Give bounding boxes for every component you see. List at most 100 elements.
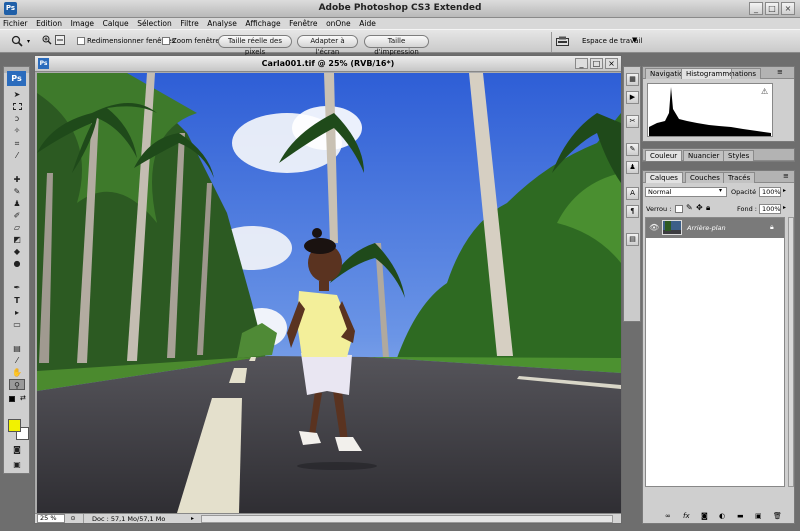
paragraph-panel-icon[interactable]: ¶	[626, 205, 639, 218]
eraser-tool-icon[interactable]: ▱	[9, 222, 25, 233]
fill-field[interactable]: 100%	[759, 204, 781, 214]
crop-tool-icon[interactable]: ⌗	[9, 138, 25, 149]
menu-calque[interactable]: Calque	[100, 18, 132, 29]
layer-row-background[interactable]: 👁︎ Arrière-plan 🔒︎	[646, 218, 784, 238]
new-group-icon[interactable]: ▬	[737, 512, 744, 520]
zoom-tool-icon[interactable]	[11, 35, 23, 47]
clone-source-icon[interactable]: ♟	[626, 161, 639, 174]
tool-preset-chevron-icon[interactable]: ▾	[27, 38, 30, 45]
adjustment-layer-icon[interactable]: ◐	[719, 512, 725, 520]
new-layer-icon[interactable]: ▣	[755, 512, 762, 520]
history-brush-tool-icon[interactable]: ✐	[9, 210, 25, 221]
opacity-arrow-icon[interactable]: ▸	[783, 187, 786, 194]
zoom-out-icon[interactable]	[55, 35, 65, 45]
workspace-chevron-icon[interactable]: ▼	[632, 36, 637, 44]
swap-colors-icon[interactable]: ⇄	[20, 394, 26, 402]
blend-mode-select[interactable]: Normal	[645, 187, 727, 197]
palette-well-icon[interactable]	[556, 36, 570, 47]
layers-panel-menu-icon[interactable]: ≡	[783, 172, 789, 180]
maximize-button[interactable]: □	[765, 2, 779, 15]
history-panel-icon[interactable]: ▦	[626, 73, 639, 86]
zoom-level-field[interactable]: 25 %	[37, 514, 65, 523]
tab-histogram[interactable]: Histogramme	[681, 68, 739, 79]
trash-icon[interactable]: 🗑︎	[773, 512, 782, 520]
lock-position-icon[interactable]: ✥	[696, 203, 703, 212]
status-info-icon[interactable]: ⊙	[68, 514, 78, 523]
minimize-button[interactable]: _	[749, 2, 763, 15]
shape-tool-icon[interactable]: ▭	[9, 319, 25, 330]
blend-mode-chevron-icon[interactable]: ▾	[719, 187, 722, 194]
doc-maximize-button[interactable]: □	[590, 58, 603, 69]
tab-couleur[interactable]: Couleur	[645, 150, 683, 161]
gradient-tool-icon[interactable]: ◩	[9, 234, 25, 245]
actual-pixels-button[interactable]: Taille réelle des pixels	[218, 35, 292, 56]
horizontal-scrollbar[interactable]	[201, 515, 613, 523]
healing-brush-tool-icon[interactable]: ✚	[9, 174, 25, 185]
layer-style-icon[interactable]: fx	[683, 512, 690, 520]
panel-menu-icon[interactable]: ≡	[777, 68, 783, 76]
menu-onone[interactable]: onOne	[323, 18, 354, 29]
hand-tool-icon[interactable]: ✋	[9, 367, 25, 378]
tab-traces[interactable]: Tracés	[723, 172, 756, 183]
magic-wand-tool-icon[interactable]: ✧	[9, 125, 25, 136]
lock-transparency-icon[interactable]	[675, 205, 683, 213]
default-colors-icon[interactable]	[9, 396, 15, 402]
layer-comps-icon[interactable]: ▤	[626, 233, 639, 246]
menu-selection[interactable]: Sélection	[134, 18, 175, 29]
image-canvas[interactable]	[37, 73, 621, 513]
pen-tool-icon[interactable]: ✒	[9, 282, 25, 293]
blur-tool-icon[interactable]: ◆	[9, 246, 25, 257]
tab-couches[interactable]: Couches	[685, 172, 725, 183]
tab-informations[interactable]: Informations	[731, 68, 761, 79]
zoom-tool-active-icon[interactable]: ⚲	[9, 379, 25, 390]
actions-panel-icon[interactable]: ▶	[626, 91, 639, 104]
menu-fichier[interactable]: Fichier	[0, 18, 31, 29]
lasso-tool-icon[interactable]: ↄ	[9, 113, 25, 124]
clone-stamp-tool-icon[interactable]: ♟	[9, 198, 25, 209]
doc-close-button[interactable]: ×	[605, 58, 618, 69]
eyedropper-tool-icon[interactable]: ⁄	[9, 150, 25, 161]
dodge-tool-icon[interactable]: ●	[9, 258, 25, 269]
tool-presets-icon[interactable]: ✂	[626, 115, 639, 128]
marquee-tool-icon[interactable]	[9, 101, 25, 112]
opacity-field[interactable]: 100%	[759, 187, 781, 197]
brushes-panel-icon[interactable]: ✎	[626, 143, 639, 156]
quick-mask-icon[interactable]: ◙	[9, 444, 25, 455]
path-selection-tool-icon[interactable]: ▸	[9, 307, 25, 318]
zoom-windows-checkbox[interactable]	[162, 37, 170, 45]
document-title-bar[interactable]: Ps Carla001.tif @ 25% (RVB/16*) _ □ ×	[35, 56, 621, 72]
visibility-eye-icon[interactable]: 👁︎	[649, 223, 659, 232]
status-menu-arrow-icon[interactable]: ▸	[191, 515, 199, 523]
layers-scrollbar[interactable]	[788, 217, 794, 487]
character-panel-icon[interactable]: A	[626, 187, 639, 200]
tab-styles[interactable]: Styles	[723, 150, 755, 161]
move-tool-icon[interactable]: ➤	[9, 89, 25, 100]
type-tool-icon[interactable]: T	[9, 295, 25, 306]
link-layers-icon[interactable]: ∞	[665, 512, 671, 520]
menu-image[interactable]: Image	[68, 18, 98, 29]
zoom-in-icon[interactable]	[42, 35, 52, 45]
color-sampler-tool-icon[interactable]: ⁄	[9, 355, 25, 366]
menu-aide[interactable]: Aide	[356, 18, 379, 29]
menu-analyse[interactable]: Analyse	[204, 18, 240, 29]
screen-mode-icon[interactable]: ▣	[9, 459, 25, 470]
close-button[interactable]: ×	[781, 2, 795, 15]
tab-calques[interactable]: Calques	[645, 172, 683, 183]
notes-tool-icon[interactable]: ▤	[9, 343, 25, 354]
print-size-button[interactable]: Taille d'impression	[364, 35, 429, 56]
lock-pixels-icon[interactable]: ✎	[686, 203, 693, 212]
doc-minimize-button[interactable]: _	[575, 58, 588, 69]
tab-nuancier[interactable]: Nuancier	[683, 150, 725, 161]
cache-warning-icon[interactable]: ⚠	[761, 87, 768, 96]
fill-arrow-icon[interactable]: ▸	[783, 204, 786, 211]
menu-fenetre[interactable]: Fenêtre	[286, 18, 320, 29]
toolbox-logo[interactable]: Ps	[7, 71, 26, 86]
fit-screen-button[interactable]: Adapter à l'écran	[297, 35, 358, 56]
foreground-color-swatch[interactable]	[8, 419, 21, 432]
resize-windows-checkbox[interactable]	[77, 37, 85, 45]
menu-affichage[interactable]: Affichage	[242, 18, 283, 29]
brush-tool-icon[interactable]: ✎	[9, 186, 25, 197]
menu-filtre[interactable]: Filtre	[177, 18, 201, 29]
lock-all-icon[interactable]: 🔒︎	[706, 203, 710, 213]
layer-mask-icon[interactable]: ◙	[701, 512, 708, 520]
